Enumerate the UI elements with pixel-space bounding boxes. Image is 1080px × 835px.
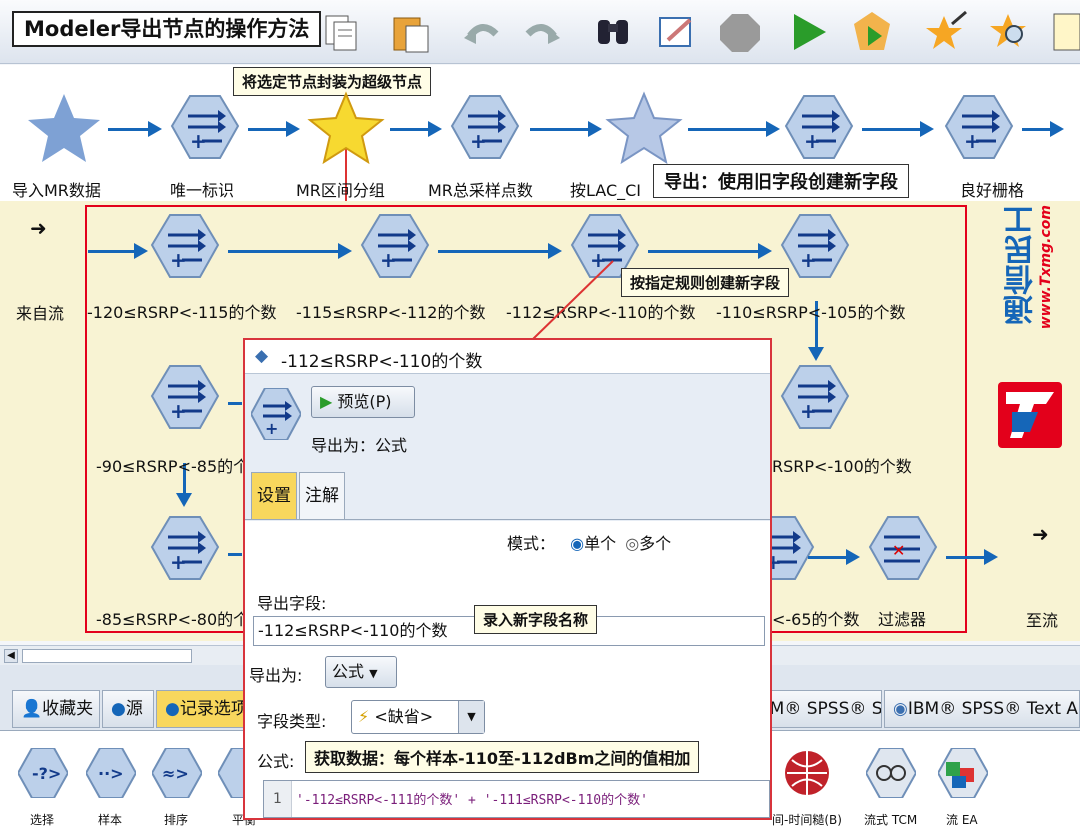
- derive-as-label: 导出为:: [249, 666, 303, 685]
- star-zoom-icon[interactable]: [988, 10, 1032, 54]
- sample-node-icon[interactable]: ··>: [84, 747, 138, 799]
- copy-icon[interactable]: [318, 10, 362, 54]
- svg-text:··>: ··>: [98, 764, 124, 783]
- node-label-grid: 良好栅格: [960, 181, 1025, 200]
- callout-rule-connector: [532, 260, 614, 340]
- lightning-icon: ⚡: [358, 707, 370, 726]
- dialog-node-icon: +: [249, 387, 303, 444]
- palette-label-tcm: 流式 TCM: [864, 813, 918, 827]
- dialog-titlebar: ◆ -112≤RSRP<-110的个数: [245, 340, 770, 374]
- supernode-star-node: [307, 91, 385, 165]
- palette-label-sample: 样本: [98, 813, 123, 827]
- scroll-thumb[interactable]: [22, 649, 192, 663]
- formula-line-number: 1: [264, 781, 292, 817]
- preview-button[interactable]: ▶ 预览(P): [311, 386, 415, 418]
- paste-icon[interactable]: [388, 10, 432, 54]
- run-icon: ▶: [320, 392, 333, 411]
- svg-text:≈>: ≈>: [162, 764, 189, 783]
- node-label-total: MR总采样点数: [428, 181, 533, 200]
- node-label-r2-right: RSRP<-100的个数: [772, 457, 912, 476]
- node-label-r1c2: -115≤RSRP<-112的个数: [296, 303, 486, 322]
- watermark-badge: [998, 382, 1062, 448]
- palette-tab-text-analytics[interactable]: ◉IBM® SPSS® Text A: [884, 690, 1080, 728]
- tab-settings[interactable]: 设置: [251, 472, 297, 520]
- undo-icon[interactable]: [460, 10, 504, 54]
- node-label-interval: MR区间分组: [296, 181, 385, 200]
- star-wand-icon[interactable]: [924, 10, 968, 54]
- palette-label-select: 选择: [30, 813, 55, 827]
- node-label-filter: 过滤器: [878, 610, 927, 629]
- source-star-node: [28, 94, 100, 162]
- palette-tab-sources[interactable]: ●源: [102, 690, 154, 728]
- node-label-r1c4: -110≤RSRP<-105的个数: [716, 303, 906, 322]
- settings-panel: [245, 521, 770, 818]
- run-selection-icon[interactable]: [850, 10, 894, 54]
- run-icon[interactable]: [786, 10, 830, 54]
- stop-icon[interactable]: [718, 10, 762, 54]
- mode-single-radio[interactable]: ◉: [570, 534, 584, 553]
- time-interval-node-icon[interactable]: [782, 748, 832, 798]
- callout-get-data: 获取数据：每个样本-110至-112dBm之间的值相加: [305, 741, 700, 773]
- palette-label-sort: 排序: [164, 813, 189, 827]
- node-label-r1c1: -120≤RSRP<-115的个数: [87, 303, 277, 322]
- mode-multiple-radio[interactable]: ◎: [625, 534, 639, 553]
- palette-tab-record-ops[interactable]: ●记录选项: [156, 690, 248, 728]
- callout-rule: 按指定规则创建新字段: [621, 268, 790, 297]
- derive-field-label: 导出字段:: [257, 594, 327, 613]
- mode-single-label: 单个: [584, 534, 617, 553]
- star-node: [605, 91, 683, 165]
- edit-icon[interactable]: [654, 10, 698, 54]
- node-label-r3-right: <-65的个数: [772, 610, 860, 629]
- formula-label: 公式:: [257, 752, 295, 771]
- redo-icon[interactable]: [520, 10, 564, 54]
- chevron-down-icon: ▼: [458, 701, 484, 733]
- watermark-logo: 通信民工 www.Txmg.com: [1004, 205, 1054, 330]
- streaming-tcm-node-icon[interactable]: [864, 747, 918, 799]
- svg-text:+: +: [265, 419, 278, 438]
- field-type-select[interactable]: ⚡ <缺省> ▼: [351, 700, 485, 734]
- scroll-left-button[interactable]: ◀: [4, 649, 18, 663]
- node-label-lac: 按LAC_CI: [570, 181, 642, 200]
- field-type-label: 字段类型:: [257, 712, 327, 731]
- callout-derive-old: 导出：使用旧字段创建新字段: [653, 164, 909, 198]
- tab-annotations[interactable]: 注解: [299, 472, 345, 520]
- mode-multiple-label: 多个: [639, 534, 672, 553]
- palette-label-time-interval: 时间-时间糙(B): [772, 813, 842, 827]
- filter-node: ✕: [868, 516, 938, 580]
- palette-tab-favorites[interactable]: 👤收藏夹: [12, 690, 100, 728]
- balance-node-icon[interactable]: [218, 748, 244, 798]
- streaming-ea-node-icon[interactable]: [936, 747, 990, 799]
- palette-tab-statistics[interactable]: IBM® SPSS® Statistics: [760, 690, 882, 728]
- sort-node-icon[interactable]: ≈>: [150, 747, 204, 799]
- select-node-icon[interactable]: -?>: [16, 747, 70, 799]
- derive-as-summary: 导出为：公式: [311, 436, 408, 455]
- formula-editor[interactable]: 1 '-112≤RSRP<-111的个数' + '-111≤RSRP<-110的…: [263, 780, 770, 818]
- svg-text:✕: ✕: [892, 541, 905, 560]
- node-label-import: 导入MR数据: [12, 181, 101, 200]
- derive-as-select[interactable]: 公式 ▼: [325, 656, 397, 688]
- node-label-r2-left: -90≤RSRP<-85的个: [96, 457, 250, 476]
- svg-text:-?>: -?>: [32, 764, 61, 783]
- mode-row: 模式： ◉单个 ◎多个: [507, 530, 671, 554]
- mode-label: 模式：: [507, 534, 556, 553]
- palette-label-ea: 流 EA: [946, 813, 978, 827]
- formula-text: '-112≤RSRP<-111的个数' + '-111≤RSRP<-110的个数…: [296, 793, 648, 808]
- binoculars-icon[interactable]: [592, 10, 636, 54]
- callout-enter-name: 录入新字段名称: [474, 605, 598, 634]
- node-label-unique: 唯一标识: [170, 181, 235, 200]
- top-stream-svg: +: [28, 91, 1064, 165]
- node-label-r3-left: -85≤RSRP<-80的个: [96, 610, 250, 629]
- page-title: Modeler导出节点的操作方法: [12, 11, 322, 47]
- dialog-title: -112≤RSRP<-110的个数: [281, 352, 483, 372]
- notes-icon[interactable]: [1050, 10, 1080, 54]
- dialog-gem-icon: ◆: [255, 346, 269, 366]
- chevron-down-icon: ▼: [369, 667, 378, 680]
